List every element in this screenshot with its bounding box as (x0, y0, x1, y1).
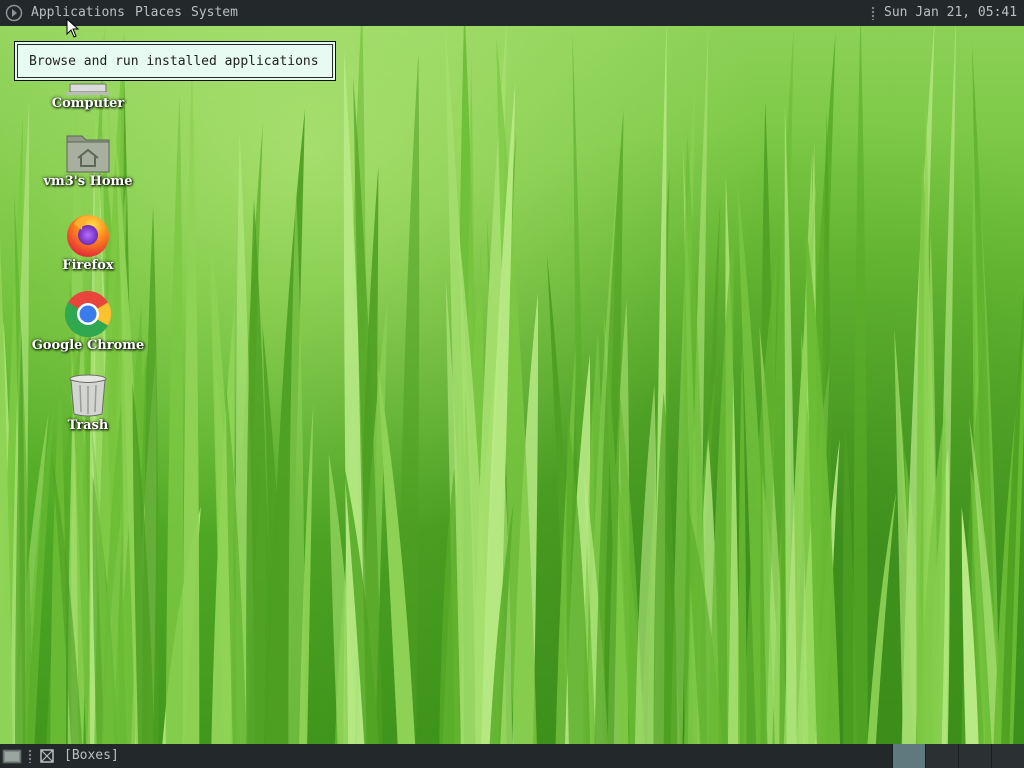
main-menu-logo-icon[interactable] (5, 4, 23, 22)
desktop-wallpaper (0, 0, 1024, 768)
tooltip-text: Browse and run installed applications (17, 44, 333, 78)
bottom-panel: [Boxes] (0, 744, 1024, 768)
workspace-1[interactable] (892, 744, 925, 768)
system-menu[interactable]: System (191, 0, 238, 26)
desktop-icon-label: Firefox (62, 258, 114, 273)
desktop-icon-google-chrome[interactable]: Google Chrome (28, 290, 148, 353)
chrome-icon (64, 291, 112, 338)
mouse-pointer-icon (66, 18, 80, 38)
top-panel: Applications Places System Sun Jan 21, 0… (0, 0, 1024, 26)
desktop-icon-home-folder[interactable]: vm3's Home (28, 132, 148, 189)
panel-grip-handle[interactable] (28, 749, 32, 763)
desktop-icon-computer[interactable]: Computer (28, 82, 148, 111)
trash-icon (69, 374, 107, 417)
workspace-3[interactable] (958, 744, 991, 768)
boxes-window-icon[interactable] (39, 748, 55, 764)
panel-grip-handle[interactable] (871, 6, 875, 20)
workspace-switcher (892, 744, 1024, 768)
workspace-2[interactable] (925, 744, 958, 768)
desktop-icon-label: vm3's Home (43, 174, 133, 189)
computer-icon (66, 83, 110, 95)
firefox-icon (67, 215, 109, 257)
desktop-icon-label: Computer (51, 96, 125, 111)
workspace-4[interactable] (991, 744, 1024, 768)
applications-tooltip: Browse and run installed applications (14, 41, 336, 81)
desktop-icon-trash[interactable]: Trash (28, 372, 148, 433)
show-desktop-icon[interactable] (2, 748, 22, 764)
clock[interactable]: Sun Jan 21, 05:41 (884, 0, 1017, 26)
desktop-icon-firefox[interactable]: Firefox (28, 210, 148, 273)
taskbar-window-button[interactable]: [Boxes] (64, 744, 119, 768)
home-folder-icon (66, 135, 110, 173)
places-menu[interactable]: Places (135, 0, 182, 26)
desktop-icon-label: Trash (67, 418, 109, 433)
grass-wallpaper-image (0, 0, 1024, 768)
desktop-icon-label: Google Chrome (31, 338, 145, 353)
